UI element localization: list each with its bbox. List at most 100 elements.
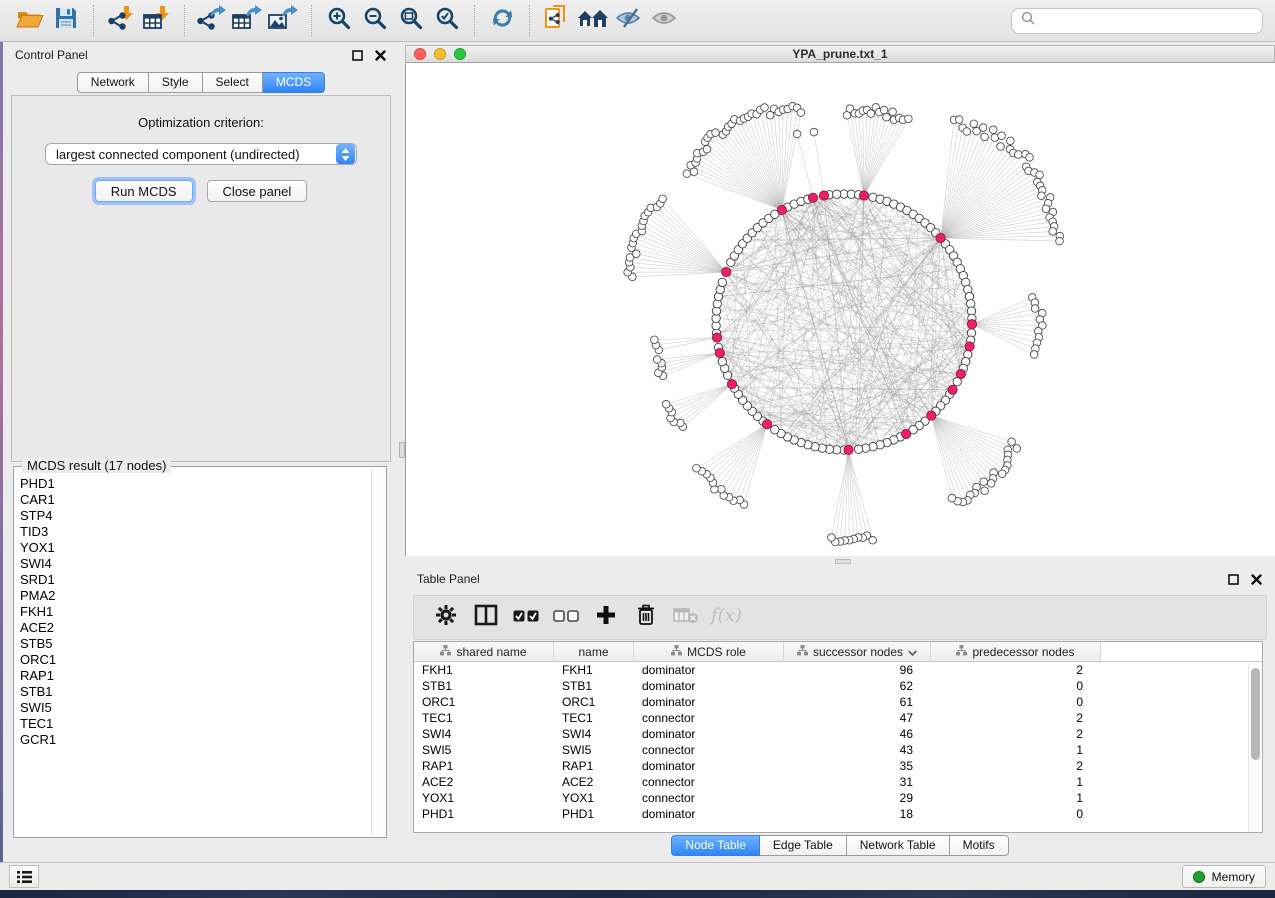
satellite-node[interactable] — [761, 104, 769, 112]
column-header-MCDS-role[interactable]: MCDS role — [634, 642, 784, 661]
mcds-hub-node[interactable] — [965, 342, 974, 351]
cell-successor-nodes[interactable]: 62 — [784, 679, 931, 693]
tab-motifs[interactable]: Motifs — [950, 835, 1009, 856]
satellite-node[interactable] — [979, 124, 987, 132]
table-row[interactable]: SWI4SWI4dominator462 — [414, 726, 1262, 742]
splitter-grip[interactable] — [835, 559, 851, 564]
mcds-hub-node[interactable] — [936, 233, 945, 242]
cell-MCDS-role[interactable]: connector — [634, 791, 784, 805]
cell-name[interactable]: ORC1 — [554, 695, 634, 709]
cell-successor-nodes[interactable]: 43 — [784, 743, 931, 757]
cell-predecessor-nodes[interactable]: 1 — [931, 743, 1101, 757]
mcds-node-item[interactable]: YOX1 — [20, 540, 369, 556]
cell-successor-nodes[interactable]: 47 — [784, 711, 931, 725]
tab-node-table[interactable]: Node Table — [671, 835, 760, 856]
delete-button[interactable] — [626, 599, 666, 637]
cell-shared-name[interactable]: FKH1 — [414, 663, 554, 677]
cell-name[interactable]: SWI4 — [554, 727, 634, 741]
satellite-node[interactable] — [1030, 351, 1038, 359]
close-panel-icon[interactable] — [374, 49, 387, 62]
mcds-node-item[interactable]: ORC1 — [20, 652, 369, 668]
table-row[interactable]: RAP1RAP1dominator352 — [414, 758, 1262, 774]
cell-predecessor-nodes[interactable]: 0 — [931, 695, 1101, 709]
cell-name[interactable]: TEC1 — [554, 711, 634, 725]
table-row[interactable]: TEC1TEC1connector472 — [414, 710, 1262, 726]
mcds-result-list[interactable]: PHD1CAR1STP4TID3YOX1SWI4SRD1PMA2FKH1ACE2… — [20, 476, 369, 833]
cell-predecessor-nodes[interactable]: 2 — [931, 663, 1101, 677]
export-table-button[interactable] — [230, 4, 266, 38]
satellite-node[interactable] — [948, 494, 956, 502]
zoom-selected-button[interactable] — [429, 4, 465, 38]
zoom-in-button[interactable] — [321, 4, 357, 38]
cell-MCDS-role[interactable]: dominator — [634, 695, 784, 709]
mcds-node-item[interactable]: SWI5 — [20, 700, 369, 716]
satellite-node[interactable] — [1036, 171, 1044, 179]
table-row[interactable]: ACE2ACE2connector311 — [414, 774, 1262, 790]
search-box[interactable] — [1011, 8, 1263, 34]
table-row[interactable]: PHD1PHD1dominator180 — [414, 806, 1262, 822]
mcds-hub-node[interactable] — [715, 348, 724, 357]
satellite-node[interactable] — [653, 356, 661, 364]
satellite-node[interactable] — [711, 486, 719, 494]
satellite-node[interactable] — [989, 126, 997, 134]
cell-shared-name[interactable]: ACE2 — [414, 775, 554, 789]
cell-MCDS-role[interactable]: connector — [634, 711, 784, 725]
cell-shared-name[interactable]: TEC1 — [414, 711, 554, 725]
cell-shared-name[interactable]: SWI4 — [414, 727, 554, 741]
mcds-hub-node[interactable] — [777, 205, 786, 214]
mcds-hub-node[interactable] — [967, 320, 976, 329]
mcds-node-item[interactable]: GCR1 — [20, 732, 369, 748]
cell-name[interactable]: PHD1 — [554, 807, 634, 821]
satellite-node[interactable] — [828, 534, 836, 542]
satellite-node[interactable] — [905, 115, 913, 123]
satellite-node[interactable] — [793, 130, 801, 138]
mcds-node-item[interactable]: ACE2 — [20, 620, 369, 636]
cell-predecessor-nodes[interactable]: 2 — [931, 727, 1101, 741]
cell-predecessor-nodes[interactable]: 1 — [931, 775, 1101, 789]
scrollbar-thumb[interactable] — [1251, 668, 1260, 760]
cell-shared-name[interactable]: SWI5 — [414, 743, 554, 757]
refresh-button[interactable] — [484, 4, 520, 38]
satellite-node[interactable] — [1038, 192, 1046, 200]
satellite-node[interactable] — [998, 470, 1006, 478]
horizontal-splitter[interactable] — [405, 556, 1275, 566]
memory-button[interactable]: Memory — [1182, 865, 1266, 888]
column-header-name[interactable]: name — [554, 642, 634, 661]
cell-successor-nodes[interactable]: 61 — [784, 695, 931, 709]
mcds-node-item[interactable]: SWI4 — [20, 556, 369, 572]
network-node[interactable] — [833, 190, 841, 198]
cell-shared-name[interactable]: YOX1 — [414, 791, 554, 805]
satellite-node[interactable] — [981, 487, 989, 495]
tab-select[interactable]: Select — [203, 72, 263, 93]
cell-predecessor-nodes[interactable]: 0 — [931, 807, 1101, 821]
cell-predecessor-nodes[interactable]: 2 — [931, 711, 1101, 725]
import-table-button[interactable] — [139, 4, 175, 38]
mcds-node-item[interactable]: FKH1 — [20, 604, 369, 620]
satellite-node[interactable] — [970, 120, 978, 128]
cell-successor-nodes[interactable]: 46 — [784, 727, 931, 741]
satellite-node[interactable] — [1031, 305, 1039, 313]
select-all-check-button[interactable] — [506, 599, 546, 637]
mcds-hub-node[interactable] — [808, 193, 817, 202]
satellite-node[interactable] — [712, 129, 720, 137]
split-columns-button[interactable] — [466, 599, 506, 637]
cell-successor-nodes[interactable]: 18 — [784, 807, 931, 821]
mcds-hub-node[interactable] — [956, 370, 965, 379]
mcds-node-item[interactable]: PMA2 — [20, 588, 369, 604]
table-row[interactable]: SWI5SWI5connector431 — [414, 742, 1262, 758]
cell-successor-nodes[interactable]: 35 — [784, 759, 931, 773]
settings-button[interactable] — [426, 599, 466, 637]
mcds-hub-node[interactable] — [902, 429, 911, 438]
run-mcds-button[interactable]: Run MCDS — [95, 180, 193, 202]
cell-MCDS-role[interactable]: dominator — [634, 663, 784, 677]
mcds-node-item[interactable]: PHD1 — [20, 476, 369, 492]
cell-MCDS-role[interactable]: connector — [634, 775, 784, 789]
mcds-hub-node[interactable] — [727, 380, 736, 389]
mcds-node-item[interactable]: RAP1 — [20, 668, 369, 684]
float-panel-icon[interactable] — [1227, 573, 1240, 586]
satellite-node[interactable] — [683, 170, 691, 178]
satellite-node[interactable] — [883, 113, 891, 121]
table-row[interactable]: YOX1YOX1connector291 — [414, 790, 1262, 806]
cell-predecessor-nodes[interactable]: 2 — [931, 759, 1101, 773]
search-input[interactable] — [1041, 14, 1253, 28]
